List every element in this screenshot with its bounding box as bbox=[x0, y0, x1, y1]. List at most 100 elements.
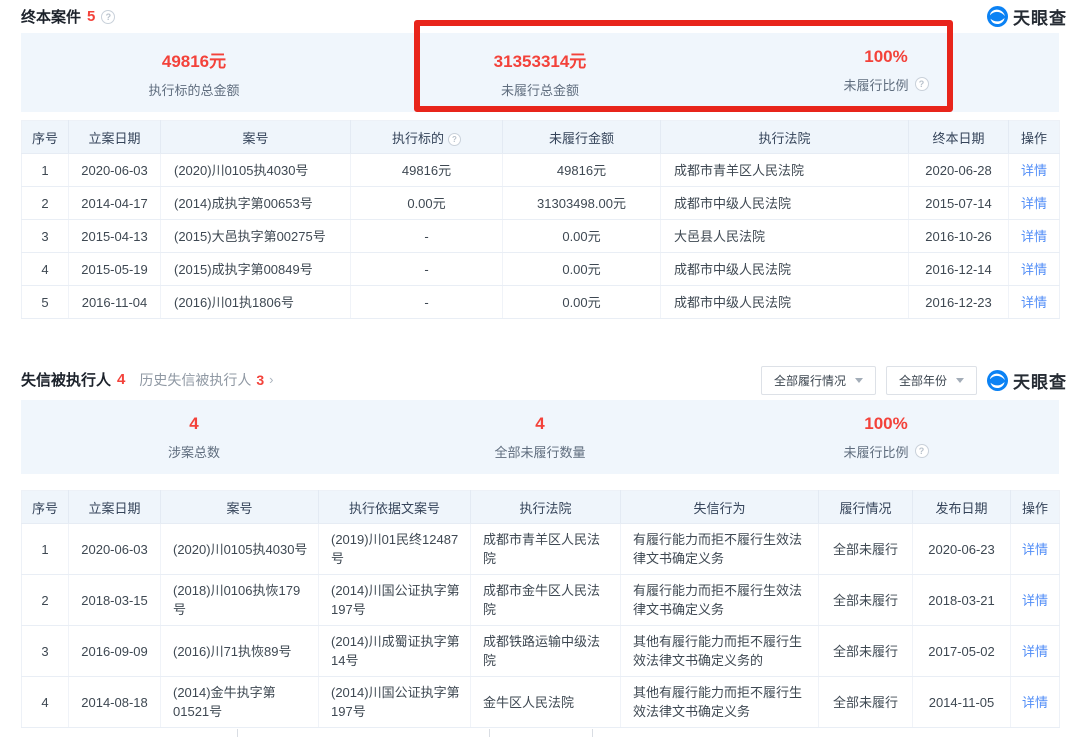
column-header: 立案日期 bbox=[69, 121, 161, 154]
help-icon[interactable]: ? bbox=[915, 77, 929, 91]
dishonest-debtor-table: 序号立案日期案号执行依据文案号执行法院失信行为履行情况发布日期操作12020-0… bbox=[21, 490, 1060, 728]
detail-link[interactable]: 详情 bbox=[1022, 542, 1048, 557]
stat-label: 未履行比例 ? bbox=[713, 442, 1059, 461]
history-dishonest-link[interactable]: 历史失信被执行人 3 › bbox=[139, 370, 273, 390]
table-cell: 2015-04-13 bbox=[69, 220, 161, 253]
table-cell: 0.00元 bbox=[503, 253, 661, 286]
action-cell: 详情 bbox=[1009, 253, 1060, 286]
table-cell: (2020)川0105执4030号 bbox=[161, 154, 351, 187]
table-cell: - bbox=[351, 286, 503, 319]
table-cell: - bbox=[351, 220, 503, 253]
table-cell: 成都市青羊区人民法院 bbox=[471, 524, 621, 575]
detail-link[interactable]: 详情 bbox=[1021, 229, 1047, 244]
table-cell: 成都市中级人民法院 bbox=[661, 187, 909, 220]
tianyancha-legal-risk-page: 终本案件 5 ? 天眼查 49816元 执行标的总金额 31353314元 未履… bbox=[0, 0, 1080, 737]
table-cell: 2016-12-14 bbox=[909, 253, 1009, 286]
detail-link[interactable]: 详情 bbox=[1021, 262, 1047, 277]
section-title: 终本案件 bbox=[21, 6, 81, 27]
table-cell: 2020-06-28 bbox=[909, 154, 1009, 187]
table-row: 32016-09-09(2016)川71执恢89号(2014)川成蜀证执字第14… bbox=[22, 626, 1060, 677]
column-header: 操作 bbox=[1011, 491, 1060, 524]
column-header: 序号 bbox=[22, 491, 69, 524]
stat-value: 49816元 bbox=[21, 47, 367, 72]
table-cell: 2016-10-26 bbox=[909, 220, 1009, 253]
table-row: 12020-06-03(2020)川0105执4030号49816元49816元… bbox=[22, 154, 1060, 187]
table-cell: 2014-04-17 bbox=[69, 187, 161, 220]
column-header: 执行法院 bbox=[471, 491, 621, 524]
table-divider-tick bbox=[489, 729, 490, 737]
table-cell: 31303498.00元 bbox=[503, 187, 661, 220]
table-cell: 成都市青羊区人民法院 bbox=[661, 154, 909, 187]
table-cell: 2014-11-05 bbox=[913, 677, 1011, 728]
table-cell: (2018)川0106执恢179号 bbox=[161, 575, 319, 626]
table-cell: 3 bbox=[22, 626, 69, 677]
table-cell: (2020)川0105执4030号 bbox=[161, 524, 319, 575]
table-cell: 2018-03-15 bbox=[69, 575, 161, 626]
stat-value: 4 bbox=[21, 414, 367, 434]
column-header: 案号 bbox=[161, 121, 351, 154]
detail-link[interactable]: 详情 bbox=[1022, 695, 1048, 710]
table-cell: 成都市金牛区人民法院 bbox=[471, 575, 621, 626]
section-count: 4 bbox=[117, 371, 125, 388]
table-cell: 0.00元 bbox=[351, 187, 503, 220]
column-header: 操作 bbox=[1009, 121, 1060, 154]
table-cell: 2015-05-19 bbox=[69, 253, 161, 286]
final-case-section-header: 终本案件 5 ? bbox=[21, 6, 115, 27]
table-row: 22014-04-17(2014)成执字第00653号0.00元31303498… bbox=[22, 187, 1060, 220]
column-header: 失信行为 bbox=[621, 491, 819, 524]
action-cell: 详情 bbox=[1009, 187, 1060, 220]
detail-link[interactable]: 详情 bbox=[1021, 163, 1047, 178]
tianyancha-logo-text: 天眼查 bbox=[1013, 4, 1067, 29]
table-cell: 2 bbox=[22, 575, 69, 626]
detail-link[interactable]: 详情 bbox=[1022, 593, 1048, 608]
table-cell: (2014)金牛执字第01521号 bbox=[161, 677, 319, 728]
section-count: 5 bbox=[87, 8, 95, 25]
table-cell: (2015)成执字第00849号 bbox=[161, 253, 351, 286]
table-row: 12020-06-03(2020)川0105执4030号(2019)川01民终1… bbox=[22, 524, 1060, 575]
stat-label: 涉案总数 bbox=[21, 442, 367, 461]
stat-value: 31353314元 bbox=[367, 47, 713, 72]
stat-unfulfilled-total: 31353314元 未履行总金额 bbox=[367, 47, 713, 99]
table-cell: 全部未履行 bbox=[819, 626, 913, 677]
help-icon[interactable]: ? bbox=[448, 133, 461, 146]
table-cell: 金牛区人民法院 bbox=[471, 677, 621, 728]
column-header: 未履行金额 bbox=[503, 121, 661, 154]
table-cell: (2016)川01执1806号 bbox=[161, 286, 351, 319]
table-cell: (2014)川成蜀证执字第14号 bbox=[319, 626, 471, 677]
table-cell: 4 bbox=[22, 253, 69, 286]
tianyancha-logo: 天眼查 bbox=[987, 4, 1067, 29]
table-divider-tick bbox=[237, 729, 238, 737]
year-filter[interactable]: 全部年份 bbox=[886, 366, 977, 395]
table-cell: 成都铁路运输中级法院 bbox=[471, 626, 621, 677]
table-cell: 成都市中级人民法院 bbox=[661, 253, 909, 286]
help-icon[interactable]: ? bbox=[101, 10, 115, 24]
stat-value: 100% bbox=[713, 47, 1059, 67]
column-header: 执行标的? bbox=[351, 121, 503, 154]
table-row: 22018-03-15(2018)川0106执恢179号(2014)川国公证执字… bbox=[22, 575, 1060, 626]
tianyancha-logo: 天眼查 bbox=[987, 368, 1067, 393]
table-cell: 其他有履行能力而拒不履行生效法律文书确定义务的 bbox=[621, 626, 819, 677]
action-cell: 详情 bbox=[1009, 154, 1060, 187]
stat-all-unfulfilled-count: 4 全部未履行数量 bbox=[367, 414, 713, 461]
table-cell: 3 bbox=[22, 220, 69, 253]
table-cell: 1 bbox=[22, 524, 69, 575]
stat-unfulfilled-ratio: 100% 未履行比例 ? bbox=[713, 47, 1059, 99]
fulfillment-status-filter[interactable]: 全部履行情况 bbox=[761, 366, 876, 395]
table-row: 42014-08-18(2014)金牛执字第01521号(2014)川国公证执字… bbox=[22, 677, 1060, 728]
column-header: 发布日期 bbox=[913, 491, 1011, 524]
chevron-down-icon bbox=[855, 378, 863, 383]
table-cell: 2014-08-18 bbox=[69, 677, 161, 728]
table-cell: 成都市中级人民法院 bbox=[661, 286, 909, 319]
detail-link[interactable]: 详情 bbox=[1022, 644, 1048, 659]
detail-link[interactable]: 详情 bbox=[1021, 295, 1047, 310]
detail-link[interactable]: 详情 bbox=[1021, 196, 1047, 211]
action-cell: 详情 bbox=[1011, 626, 1060, 677]
stat-label: 全部未履行数量 bbox=[367, 442, 713, 461]
action-cell: 详情 bbox=[1009, 286, 1060, 319]
table-cell: 2 bbox=[22, 187, 69, 220]
column-header: 案号 bbox=[161, 491, 319, 524]
column-header: 序号 bbox=[22, 121, 69, 154]
table-cell: - bbox=[351, 253, 503, 286]
column-header: 终本日期 bbox=[909, 121, 1009, 154]
help-icon[interactable]: ? bbox=[915, 444, 929, 458]
